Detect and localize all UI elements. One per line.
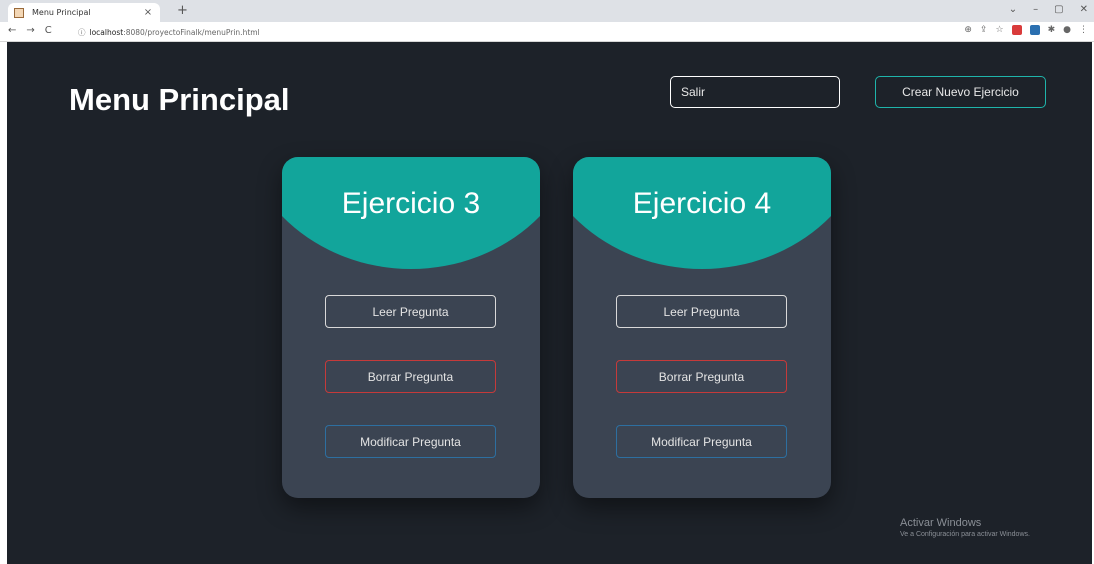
page-body: Menu Principal Crear Nuevo Ejercicio Eje…	[7, 42, 1092, 564]
watermark-line-1: Activar Windows	[900, 517, 982, 529]
url-path: :8080/proyectoFinalk/menuPrin.html	[123, 28, 260, 37]
modify-question-button[interactable]: Modificar Pregunta	[616, 425, 787, 458]
site-info-icon[interactable]: ⓘ	[78, 28, 86, 37]
extension-blue-icon[interactable]	[1029, 25, 1040, 35]
minimize-icon[interactable]: –	[1033, 4, 1038, 15]
exercise-card: Ejercicio 4 Leer Pregunta Borrar Pregunt…	[573, 157, 831, 498]
window-controls: ⌄ – ▢ ✕	[1009, 4, 1088, 15]
extension-red-icon[interactable]	[1011, 25, 1022, 35]
tab-title: Menu Principal	[32, 8, 91, 17]
restore-icon[interactable]: ▢	[1054, 4, 1063, 15]
browser-tab[interactable]: Menu Principal ×	[8, 3, 160, 22]
read-question-button[interactable]: Leer Pregunta	[325, 295, 496, 328]
read-question-button[interactable]: Leer Pregunta	[616, 295, 787, 328]
reload-icon[interactable]: C	[45, 25, 52, 36]
create-exercise-button[interactable]: Crear Nuevo Ejercicio	[875, 76, 1046, 108]
delete-question-button[interactable]: Borrar Pregunta	[616, 360, 787, 393]
close-window-icon[interactable]: ✕	[1080, 4, 1088, 15]
delete-question-button[interactable]: Borrar Pregunta	[325, 360, 496, 393]
close-tab-icon[interactable]: ×	[142, 7, 154, 18]
salir-input[interactable]	[670, 76, 840, 108]
menu-dots-icon[interactable]: ⋮	[1079, 25, 1088, 35]
modify-question-button[interactable]: Modificar Pregunta	[325, 425, 496, 458]
zoom-icon[interactable]: ⊕	[964, 25, 972, 35]
nav-buttons: ← → C	[8, 25, 52, 36]
forward-icon[interactable]: →	[26, 25, 34, 36]
bookmark-star-icon[interactable]: ☆	[996, 25, 1004, 35]
card-title: Ejercicio 3	[341, 187, 481, 220]
back-icon[interactable]: ←	[8, 25, 16, 36]
page-title: Menu Principal	[69, 82, 290, 117]
url-field[interactable]: ⓘ localhost:8080/proyectoFinalk/menuPrin.…	[78, 27, 260, 38]
share-icon[interactable]: ⇪	[980, 25, 988, 35]
exercise-card: Ejercicio 3 Leer Pregunta Borrar Pregunt…	[282, 157, 540, 498]
address-bar: ← → C ⓘ localhost:8080/proyectoFinalk/men…	[0, 22, 1094, 42]
new-tab-icon[interactable]: +	[177, 4, 188, 18]
watermark-line-2: Ve a Configuración para activar Windows.	[900, 531, 1030, 538]
tab-search-chevron-icon[interactable]: ⌄	[1009, 4, 1017, 15]
page-favicon-icon	[14, 7, 24, 18]
url-host: localhost	[89, 28, 124, 37]
card-title: Ejercicio 4	[632, 187, 772, 220]
browser-tab-bar: Menu Principal × + ⌄ – ▢ ✕	[0, 0, 1094, 22]
profile-avatar-icon[interactable]: ●	[1063, 25, 1071, 35]
browser-toolbar: ⊕ ⇪ ☆ ✱ ● ⋮	[964, 25, 1088, 35]
windows-activation-watermark: Activar Windows Ve a Configuración para …	[900, 517, 1030, 538]
extensions-puzzle-icon[interactable]: ✱	[1048, 25, 1056, 35]
